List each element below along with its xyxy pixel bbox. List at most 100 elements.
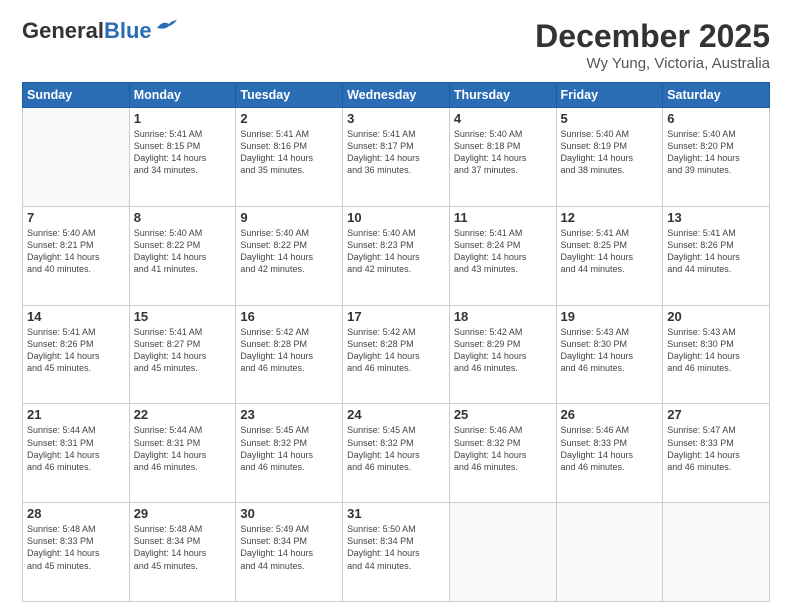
calendar-cell: 31 Sunrise: 5:50 AMSunset: 8:34 PMDayligh…	[343, 503, 450, 602]
calendar-cell: 28Sunrise: 5:48 AMSunset: 8:33 PMDayligh…	[23, 503, 130, 602]
calendar-cell: 17Sunrise: 5:42 AMSunset: 8:28 PMDayligh…	[343, 305, 450, 404]
day-number: 5	[561, 111, 659, 126]
day-number: 10	[347, 210, 445, 225]
calendar-cell: 4 Sunrise: 5:40 AMSunset: 8:18 PMDaylight…	[449, 108, 556, 207]
calendar-cell: 6 Sunrise: 5:40 AMSunset: 8:20 PMDaylight…	[663, 108, 770, 207]
day-number: 6	[667, 111, 765, 126]
day-info: Sunrise: 5:41 AMSunset: 8:24 PMDaylight:…	[454, 227, 552, 276]
calendar-cell: 10 Sunrise: 5:40 AMSunset: 8:23 PMDayligh…	[343, 206, 450, 305]
day-number: 11	[454, 210, 552, 225]
weekday-header: Tuesday	[236, 83, 343, 108]
day-info: Sunrise: 5:50 AMSunset: 8:34 PMDaylight:…	[347, 523, 445, 572]
logo-bird-icon	[155, 20, 177, 36]
day-number: 24	[347, 407, 445, 422]
calendar-cell: 18Sunrise: 5:42 AMSunset: 8:29 PMDayligh…	[449, 305, 556, 404]
day-info: Sunrise: 5:41 AMSunset: 8:27 PMDaylight:…	[134, 326, 232, 375]
weekday-header: Wednesday	[343, 83, 450, 108]
day-number: 21	[27, 407, 125, 422]
day-number: 16	[240, 309, 338, 324]
day-number: 20	[667, 309, 765, 324]
calendar-cell: 8Sunrise: 5:40 AMSunset: 8:22 PMDaylight…	[129, 206, 236, 305]
calendar-cell: 30 Sunrise: 5:49 AMSunset: 8:34 PMDayligh…	[236, 503, 343, 602]
day-info: Sunrise: 5:42 AMSunset: 8:29 PMDaylight:…	[454, 326, 552, 375]
day-info: Sunrise: 5:41 AMSunset: 8:16 PMDaylight:…	[240, 128, 338, 177]
weekday-header: Saturday	[663, 83, 770, 108]
day-info: Sunrise: 5:41 AMSunset: 8:25 PMDaylight:…	[561, 227, 659, 276]
day-number: 17	[347, 309, 445, 324]
calendar-cell: 26 Sunrise: 5:46 AMSunset: 8:33 PMDayligh…	[556, 404, 663, 503]
calendar-cell	[663, 503, 770, 602]
day-number: 26	[561, 407, 659, 422]
day-number: 29	[134, 506, 232, 521]
day-info: Sunrise: 5:40 AMSunset: 8:20 PMDaylight:…	[667, 128, 765, 177]
calendar-week-row: 7 Sunrise: 5:40 AMSunset: 8:21 PMDaylight…	[23, 206, 770, 305]
day-info: Sunrise: 5:43 AMSunset: 8:30 PMDaylight:…	[561, 326, 659, 375]
day-info: Sunrise: 5:40 AMSunset: 8:22 PMDaylight:…	[240, 227, 338, 276]
day-info: Sunrise: 5:40 AMSunset: 8:23 PMDaylight:…	[347, 227, 445, 276]
calendar-cell: 2 Sunrise: 5:41 AMSunset: 8:16 PMDaylight…	[236, 108, 343, 207]
calendar-cell: 23 Sunrise: 5:45 AMSunset: 8:32 PMDayligh…	[236, 404, 343, 503]
day-info: Sunrise: 5:40 AMSunset: 8:19 PMDaylight:…	[561, 128, 659, 177]
calendar-cell	[449, 503, 556, 602]
calendar-cell: 13 Sunrise: 5:41 AMSunset: 8:26 PMDayligh…	[663, 206, 770, 305]
calendar-week-row: 21 Sunrise: 5:44 AMSunset: 8:31 PMDayligh…	[23, 404, 770, 503]
day-info: Sunrise: 5:46 AMSunset: 8:33 PMDaylight:…	[561, 424, 659, 473]
day-number: 2	[240, 111, 338, 126]
day-info: Sunrise: 5:40 AMSunset: 8:18 PMDaylight:…	[454, 128, 552, 177]
day-number: 19	[561, 309, 659, 324]
location: Wy Yung, Victoria, Australia	[535, 55, 770, 72]
calendar-cell: 5 Sunrise: 5:40 AMSunset: 8:19 PMDaylight…	[556, 108, 663, 207]
calendar-cell: 12 Sunrise: 5:41 AMSunset: 8:25 PMDayligh…	[556, 206, 663, 305]
weekday-header: Monday	[129, 83, 236, 108]
day-info: Sunrise: 5:41 AMSunset: 8:26 PMDaylight:…	[667, 227, 765, 276]
day-info: Sunrise: 5:40 AMSunset: 8:21 PMDaylight:…	[27, 227, 125, 276]
weekday-header: Friday	[556, 83, 663, 108]
calendar-cell: 11 Sunrise: 5:41 AMSunset: 8:24 PMDayligh…	[449, 206, 556, 305]
day-info: Sunrise: 5:44 AMSunset: 8:31 PMDaylight:…	[27, 424, 125, 473]
page: GeneralBlue December 2025 Wy Yung, Victo…	[0, 0, 792, 612]
day-number: 4	[454, 111, 552, 126]
day-number: 13	[667, 210, 765, 225]
calendar-cell: 3 Sunrise: 5:41 AMSunset: 8:17 PMDaylight…	[343, 108, 450, 207]
day-number: 22	[134, 407, 232, 422]
day-info: Sunrise: 5:41 AMSunset: 8:17 PMDaylight:…	[347, 128, 445, 177]
calendar-cell: 19 Sunrise: 5:43 AMSunset: 8:30 PMDayligh…	[556, 305, 663, 404]
day-info: Sunrise: 5:41 AMSunset: 8:26 PMDaylight:…	[27, 326, 125, 375]
day-number: 23	[240, 407, 338, 422]
day-number: 30	[240, 506, 338, 521]
title-block: December 2025 Wy Yung, Victoria, Austral…	[535, 18, 770, 72]
calendar-cell: 15 Sunrise: 5:41 AMSunset: 8:27 PMDayligh…	[129, 305, 236, 404]
calendar-cell: 7 Sunrise: 5:40 AMSunset: 8:21 PMDaylight…	[23, 206, 130, 305]
weekday-header: Thursday	[449, 83, 556, 108]
day-info: Sunrise: 5:48 AMSunset: 8:34 PMDaylight:…	[134, 523, 232, 572]
day-info: Sunrise: 5:45 AMSunset: 8:32 PMDaylight:…	[240, 424, 338, 473]
calendar-week-row: 14 Sunrise: 5:41 AMSunset: 8:26 PMDayligh…	[23, 305, 770, 404]
logo: GeneralBlue	[22, 18, 177, 44]
day-info: Sunrise: 5:44 AMSunset: 8:31 PMDaylight:…	[134, 424, 232, 473]
day-info: Sunrise: 5:49 AMSunset: 8:34 PMDaylight:…	[240, 523, 338, 572]
day-number: 1	[134, 111, 232, 126]
day-info: Sunrise: 5:40 AMSunset: 8:22 PMDaylight:…	[134, 227, 232, 276]
day-number: 15	[134, 309, 232, 324]
day-number: 7	[27, 210, 125, 225]
calendar-cell: 29 Sunrise: 5:48 AMSunset: 8:34 PMDayligh…	[129, 503, 236, 602]
month-title: December 2025	[535, 18, 770, 55]
calendar-cell: 22 Sunrise: 5:44 AMSunset: 8:31 PMDayligh…	[129, 404, 236, 503]
day-info: Sunrise: 5:46 AMSunset: 8:32 PMDaylight:…	[454, 424, 552, 473]
day-number: 12	[561, 210, 659, 225]
calendar-cell: 25 Sunrise: 5:46 AMSunset: 8:32 PMDayligh…	[449, 404, 556, 503]
calendar-cell: 24Sunrise: 5:45 AMSunset: 8:32 PMDayligh…	[343, 404, 450, 503]
day-number: 25	[454, 407, 552, 422]
day-number: 31	[347, 506, 445, 521]
day-number: 3	[347, 111, 445, 126]
day-info: Sunrise: 5:43 AMSunset: 8:30 PMDaylight:…	[667, 326, 765, 375]
logo-text: GeneralBlue	[22, 18, 152, 44]
day-info: Sunrise: 5:47 AMSunset: 8:33 PMDaylight:…	[667, 424, 765, 473]
calendar-week-row: 1Sunrise: 5:41 AMSunset: 8:15 PMDaylight…	[23, 108, 770, 207]
day-number: 14	[27, 309, 125, 324]
day-number: 28	[27, 506, 125, 521]
calendar-cell: 14 Sunrise: 5:41 AMSunset: 8:26 PMDayligh…	[23, 305, 130, 404]
calendar-cell: 27Sunrise: 5:47 AMSunset: 8:33 PMDayligh…	[663, 404, 770, 503]
calendar-cell	[23, 108, 130, 207]
calendar-cell: 1Sunrise: 5:41 AMSunset: 8:15 PMDaylight…	[129, 108, 236, 207]
